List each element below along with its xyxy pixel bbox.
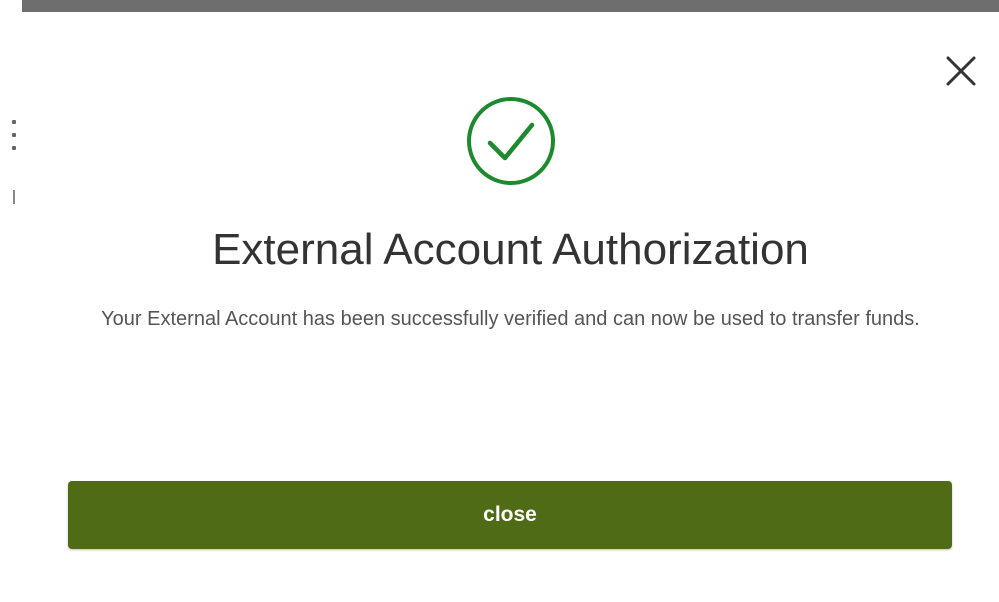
authorization-success-dialog: External Account Authorization Your Exte… — [22, 12, 999, 602]
backdrop-menu-dots-icon — [12, 120, 16, 150]
page-backdrop — [0, 0, 22, 602]
backdrop-edge-mark — [13, 190, 15, 204]
dialog-message: Your External Account has been successfu… — [101, 308, 920, 330]
close-button[interactable]: close — [68, 481, 952, 549]
checkmark-circle-icon — [465, 95, 557, 187]
close-icon[interactable] — [942, 52, 980, 90]
dialog-title: External Account Authorization — [212, 225, 809, 274]
